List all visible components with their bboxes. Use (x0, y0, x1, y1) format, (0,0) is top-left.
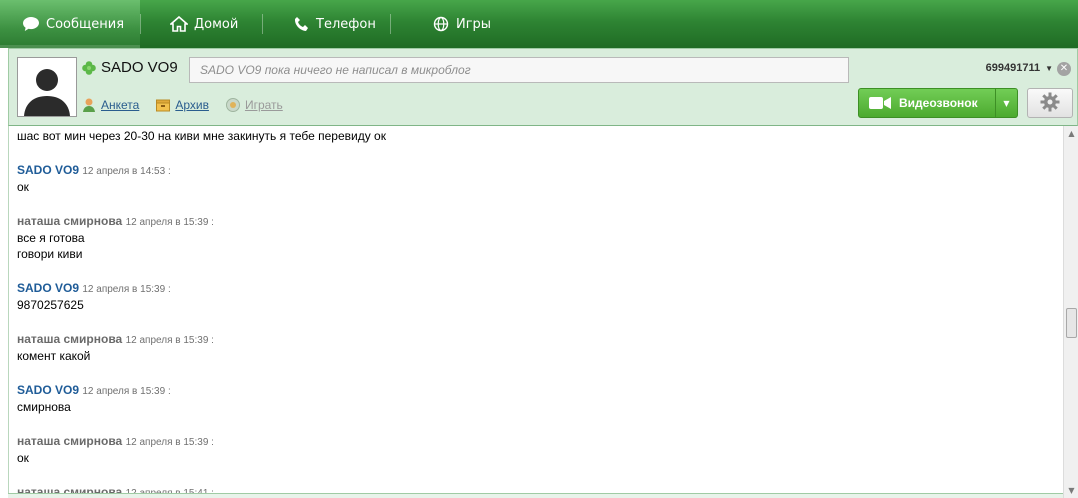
close-icon[interactable]: ✕ (1057, 62, 1071, 76)
video-call-label: Видеозвонок (899, 96, 978, 110)
input-divider (8, 493, 1063, 498)
chat-message: наташа смирнова 12 апреля в 15:39 : ок (17, 434, 214, 466)
tab-home-label: Домой (194, 16, 239, 32)
play-games-link[interactable]: Играть (225, 97, 283, 113)
archive-link-label: Архив (175, 98, 209, 112)
chat-message: SADO VO9 12 апреля в 14:53 : ок (17, 163, 171, 195)
message-time: 12 апреля в 15:39 : (125, 437, 214, 448)
message-time: 12 апреля в 15:39 : (82, 386, 171, 397)
avatar[interactable] (17, 57, 77, 117)
archive-link[interactable]: Архив (155, 97, 209, 113)
message-time: 12 апреля в 15:39 : (82, 284, 171, 295)
chat-message: наташа смирнова 12 апреля в 15:39 : все … (17, 214, 214, 262)
message-time: 12 апреля в 15:39 : (125, 217, 214, 228)
profile-link[interactable]: Анкета (81, 97, 139, 113)
message-author[interactable]: наташа смирнова (17, 434, 122, 448)
chevron-down-icon[interactable]: ▼ (995, 89, 1017, 117)
message-text: все я готова (17, 231, 85, 245)
message-text: смирнова (17, 400, 71, 414)
play-games-icon (225, 97, 241, 113)
contact-header: SADO VO9 SADO VO9 пока ничего не написал… (8, 48, 1078, 126)
message-time: 12 апреля в 15:39 : (125, 335, 214, 346)
clover-status-icon (81, 60, 97, 76)
chat-scrollbar[interactable]: ▲ ▼ (1063, 126, 1078, 498)
message-author[interactable]: SADO VO9 (17, 163, 79, 177)
message-text: комент какой (17, 349, 91, 363)
tab-divider (262, 14, 263, 34)
message-time: 12 апреля в 14:53 : (82, 166, 171, 177)
scroll-down-icon[interactable]: ▼ (1064, 483, 1078, 498)
profile-link-label: Анкета (101, 98, 140, 112)
tab-games-label: Игры (456, 16, 492, 32)
message-author[interactable]: SADO VO9 (17, 383, 79, 397)
tab-messages-label: Сообщения (46, 16, 125, 32)
message-text: говори киви (17, 247, 83, 261)
gear-icon (1040, 92, 1060, 115)
message-text: шас вот мин через 20-30 на киви мне заки… (17, 129, 386, 143)
tab-phone[interactable]: Телефон (270, 0, 390, 48)
message-text: ок (17, 180, 29, 194)
play-games-link-label: Играть (244, 98, 283, 112)
speech-bubble-icon (22, 15, 40, 33)
contact-name-row: SADO VO9 (81, 59, 178, 76)
microblog-status: SADO VO9 пока ничего не написал в микроб… (189, 57, 849, 83)
tab-messages[interactable]: Сообщения (0, 0, 140, 48)
video-call-button[interactable]: Видеозвонок ▼ (858, 88, 1018, 118)
scrollbar-thumb[interactable] (1066, 308, 1077, 338)
archive-icon (155, 97, 171, 113)
chat-message: SADO VO9 12 апреля в 15:39 : 9870257625 (17, 281, 171, 313)
contact-links: Анкета Архив Играть (81, 97, 299, 113)
tab-games[interactable]: Игры (410, 0, 510, 48)
chevron-down-icon: ▼ (1045, 63, 1053, 73)
message-author[interactable]: SADO VO9 (17, 281, 79, 295)
uin-dropdown[interactable]: 699491711 ▼ (986, 62, 1053, 74)
uin-number: 699491711 (985, 62, 1041, 74)
message-text: ок (17, 451, 29, 465)
avatar-silhouette-icon (18, 58, 76, 116)
tab-phone-label: Телефон (316, 16, 376, 32)
top-navigation: Сообщения Домой Телефон Игры (0, 0, 1078, 48)
message-author[interactable]: наташа смирнова (17, 214, 122, 228)
video-camera-icon (865, 96, 895, 110)
scroll-up-icon[interactable]: ▲ (1064, 126, 1078, 141)
message-text: 9870257625 (17, 298, 84, 312)
chat-message: SADO VO9 12 апреля в 15:39 : смирнова (17, 383, 171, 415)
chat-history[interactable]: шас вот мин через 20-30 на киви мне заки… (8, 126, 1063, 498)
profile-icon (81, 97, 97, 113)
phone-icon (292, 15, 310, 33)
contact-name: SADO VO9 (101, 59, 178, 76)
tab-divider (390, 14, 391, 34)
globe-icon (432, 15, 450, 33)
home-icon (170, 15, 188, 33)
message-author[interactable]: наташа смирнова (17, 332, 122, 346)
tab-home[interactable]: Домой (148, 0, 258, 48)
tab-divider (140, 14, 141, 34)
settings-button[interactable] (1027, 88, 1073, 118)
chat-message: наташа смирнова 12 апреля в 15:39 : коме… (17, 332, 214, 364)
